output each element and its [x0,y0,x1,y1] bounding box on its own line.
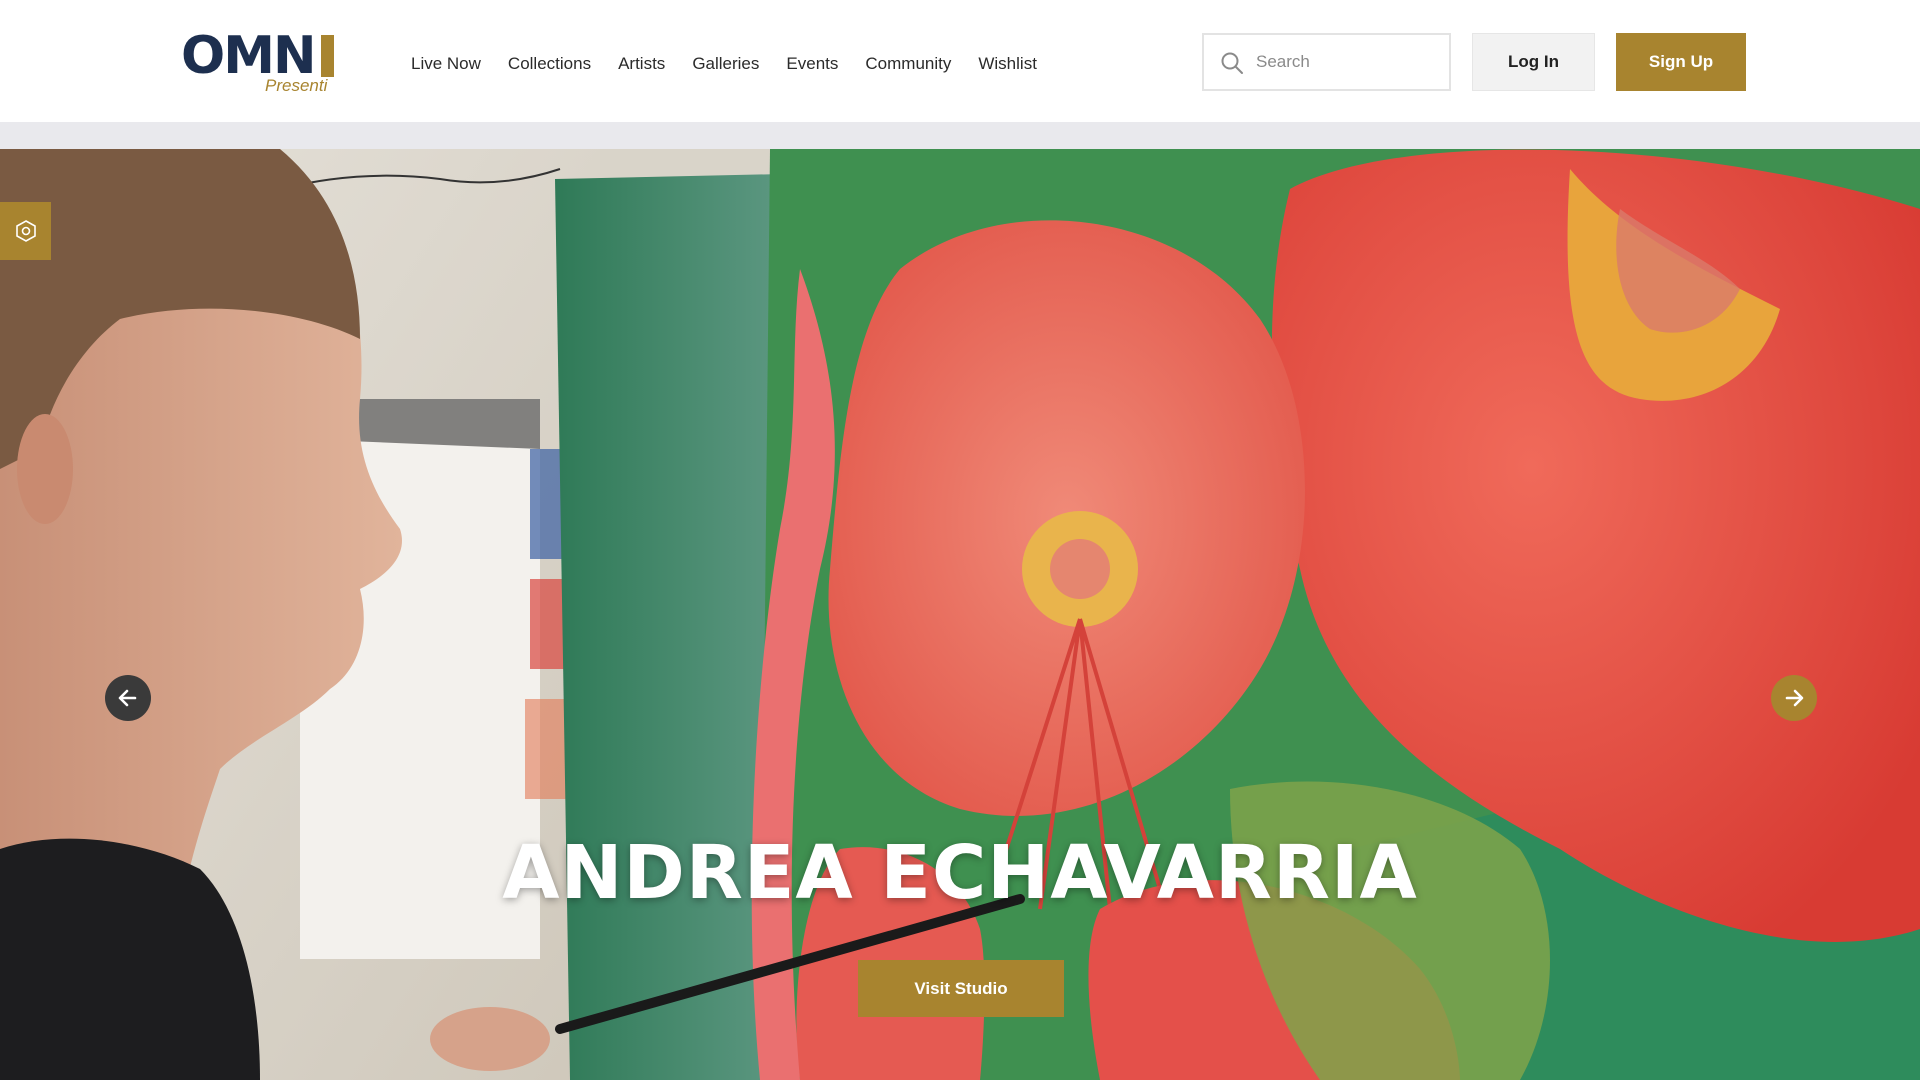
nav-item-galleries[interactable]: Galleries [692,52,759,76]
arrow-left-icon [118,689,137,707]
search-box[interactable] [1202,33,1451,91]
visit-studio-button[interactable]: Visit Studio [858,960,1064,1017]
carousel-prev-button[interactable] [105,675,151,721]
main-nav: Live Now Collections Artists Galleries E… [411,52,1064,76]
nav-item-events[interactable]: Events [786,52,838,76]
search-icon [1221,52,1243,74]
nav-item-wishlist[interactable]: Wishlist [978,52,1037,76]
logo-accent-bar [321,35,334,77]
carousel-next-button[interactable] [1771,675,1817,721]
search-input[interactable] [1256,35,1446,89]
logo-subtitle: Presenti [265,76,328,95]
hero-carousel: ANDREA ECHAVARRIA Visit Studio [0,149,1920,1080]
signup-button[interactable]: Sign Up [1616,33,1746,91]
nav-item-collections[interactable]: Collections [508,52,591,76]
site-header: OMN Presenti Live Now Collections Artist… [0,0,1920,122]
arrow-right-icon [1785,689,1804,707]
nav-item-live-now[interactable]: Live Now [411,52,481,76]
hero-background-image [0,149,1920,1080]
header-divider-strip [0,122,1920,149]
nav-item-artists[interactable]: Artists [618,52,665,76]
login-button[interactable]: Log In [1472,33,1595,91]
hexagon-settings-icon [15,220,36,242]
nav-item-community[interactable]: Community [865,52,951,76]
omni-presenti-logo[interactable]: OMN Presenti [181,28,336,98]
settings-tab[interactable] [0,202,51,260]
hero-artist-name: ANDREA ECHAVARRIA [502,830,1418,916]
